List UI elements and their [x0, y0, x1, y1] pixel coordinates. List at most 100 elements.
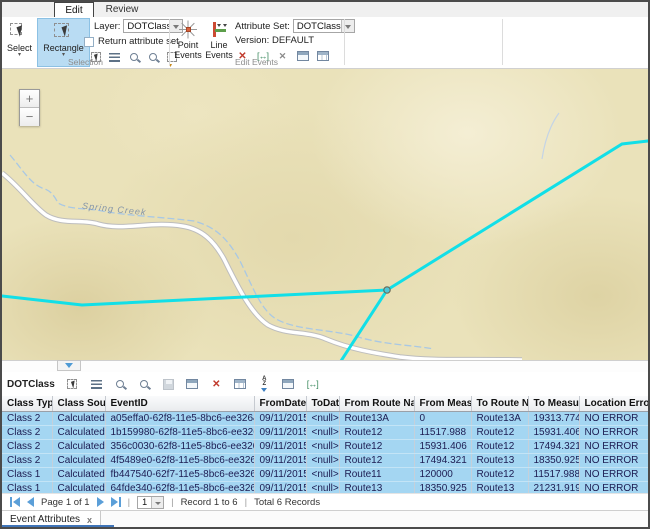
table-cell[interactable]: 1b159980-62f8-11e5-8bc6-ee32641d5ec9	[105, 425, 254, 439]
table-cell[interactable]: 09/11/2015	[254, 411, 306, 425]
table-cell[interactable]: 09/11/2015	[254, 453, 306, 467]
table-cell[interactable]: <null>	[306, 425, 339, 439]
delete-selected-icon[interactable]: ✕	[209, 377, 224, 391]
first-page-button[interactable]	[10, 497, 20, 507]
table-cell[interactable]: 0	[414, 411, 471, 425]
route-line-west[interactable]	[2, 290, 387, 305]
table-row[interactable]: Class 2Calculated4f5489e0-62f8-11e5-8bc6…	[2, 453, 648, 467]
table-cell[interactable]: 17494.321	[528, 439, 579, 453]
table-cell[interactable]: NO ERROR	[579, 467, 648, 481]
ribbon: Select ▾ Rectangle ▾ Layer: DOTClass Ret…	[2, 17, 648, 69]
previous-page-button[interactable]	[27, 497, 34, 507]
sort-icon[interactable]: AZ	[257, 377, 272, 391]
page-number-combo[interactable]: 1	[137, 496, 164, 509]
table-row[interactable]: Class 1Calculatedfb447540-62f7-11e5-8bc6…	[2, 467, 648, 481]
road-line	[2, 173, 522, 360]
last-page-button[interactable]	[111, 497, 121, 507]
save-icon[interactable]	[161, 377, 176, 391]
table-cell[interactable]: <null>	[306, 453, 339, 467]
table-cell[interactable]: Calculated	[52, 425, 105, 439]
table-cell[interactable]: NO ERROR	[579, 411, 648, 425]
table-cell[interactable]: Route13	[471, 453, 528, 467]
table-cell[interactable]: Route12	[339, 425, 414, 439]
column-header[interactable]: ToDate	[306, 396, 339, 411]
table-cell[interactable]: Route12	[471, 425, 528, 439]
route-line-northeast[interactable]	[387, 141, 648, 290]
attribute-set-combo[interactable]: DOTClass	[293, 19, 355, 33]
table-cell[interactable]: 19313.774	[528, 411, 579, 425]
table-cell[interactable]: Route12	[471, 439, 528, 453]
table-cell[interactable]: 09/11/2015	[254, 439, 306, 453]
table-cell[interactable]: 09/11/2015	[254, 467, 306, 481]
collapse-panel-button[interactable]	[57, 360, 81, 371]
add-records-icon[interactable]	[233, 377, 248, 391]
table-cell[interactable]: Route13A	[339, 411, 414, 425]
table-cell[interactable]: Route12	[471, 467, 528, 481]
table-cell[interactable]: 18350.925	[528, 453, 579, 467]
column-header[interactable]: To Measure	[528, 396, 579, 411]
pan-to-selected-icon[interactable]	[137, 377, 152, 391]
table-cell[interactable]: 09/11/2015	[254, 425, 306, 439]
route-junction-vertex[interactable]	[384, 287, 390, 293]
column-header[interactable]: Class Type	[2, 396, 52, 411]
table-cell[interactable]: <null>	[306, 439, 339, 453]
table-cell[interactable]: 4f5489e0-62f8-11e5-8bc6-ee32641d5ec9	[105, 453, 254, 467]
table-cell[interactable]: Calculated	[52, 467, 105, 481]
tab-review[interactable]: Review	[98, 2, 146, 17]
table-cell[interactable]: 11517.988	[414, 425, 471, 439]
table-cell[interactable]: Class 2	[2, 425, 52, 439]
return-attribute-set-row[interactable]: Return attribute set	[84, 36, 179, 47]
table-cell[interactable]: Class 2	[2, 411, 52, 425]
table-cell[interactable]: 11517.988	[528, 467, 579, 481]
table-cell[interactable]: 356c0030-62f8-11e5-8bc6-ee32641d5ec9	[105, 439, 254, 453]
open-panel-icon[interactable]	[281, 377, 296, 391]
next-page-button[interactable]	[97, 497, 104, 507]
attribute-window-icon[interactable]	[185, 377, 200, 391]
close-icon[interactable]: x	[87, 515, 92, 525]
attribute-set-dropdown-caret-icon[interactable]	[341, 20, 354, 32]
table-row[interactable]: Class 2Calculated356c0030-62f8-11e5-8bc6…	[2, 439, 648, 453]
column-header[interactable]: EventID	[105, 396, 254, 411]
table-cell[interactable]: Class 2	[2, 453, 52, 467]
table-cell[interactable]: 17494.321	[414, 453, 471, 467]
table-cell[interactable]: 15931.406	[414, 439, 471, 453]
column-header[interactable]: To Route Name	[471, 396, 528, 411]
map-canvas[interactable]: Spring Creek + −	[2, 69, 648, 360]
select-features-icon[interactable]	[65, 377, 80, 391]
table-row[interactable]: Class 2Calculated1b159980-62f8-11e5-8bc6…	[2, 425, 648, 439]
table-cell[interactable]: Calculated	[52, 411, 105, 425]
table-cell[interactable]: Calculated	[52, 453, 105, 467]
table-cell[interactable]: <null>	[306, 467, 339, 481]
zoom-in-button[interactable]: +	[20, 90, 39, 108]
page-number-caret-icon[interactable]	[151, 497, 163, 508]
table-cell[interactable]: NO ERROR	[579, 439, 648, 453]
table-cell[interactable]: NO ERROR	[579, 425, 648, 439]
table-cell[interactable]: 120000	[414, 467, 471, 481]
table-cell[interactable]: Route12	[339, 453, 414, 467]
zoom-to-selected-icon[interactable]	[113, 377, 128, 391]
table-cell[interactable]: <null>	[306, 411, 339, 425]
table-cell[interactable]: fb447540-62f7-11e5-8bc6-ee32641d5ec9	[105, 467, 254, 481]
table-cell[interactable]: Class 2	[2, 439, 52, 453]
return-attribute-set-checkbox[interactable]	[84, 37, 94, 47]
column-header[interactable]: From Route Name	[339, 396, 414, 411]
table-cell[interactable]: Calculated	[52, 439, 105, 453]
tab-edit[interactable]: Edit	[54, 2, 94, 17]
table-cell[interactable]: Class 1	[2, 467, 52, 481]
ribbon-tabstrip: Map Edit Review	[2, 2, 648, 17]
zoom-out-button[interactable]: −	[20, 108, 39, 126]
table-row[interactable]: Class 2Calculateda05effa0-62f8-11e5-8bc6…	[2, 411, 648, 425]
table-cell[interactable]: Route12	[339, 439, 414, 453]
table-cell[interactable]: Route11	[339, 467, 414, 481]
table-cell[interactable]: 15931.406	[528, 425, 579, 439]
list-icon[interactable]	[89, 377, 104, 391]
column-header[interactable]: From Measure	[414, 396, 471, 411]
measure-range-icon[interactable]: [↔]	[305, 377, 320, 391]
column-header[interactable]: Location Error	[579, 396, 648, 411]
table-cell[interactable]: NO ERROR	[579, 453, 648, 467]
separator: |	[128, 497, 130, 508]
column-header[interactable]: FromDate	[254, 396, 306, 411]
column-header[interactable]: Class Source	[52, 396, 105, 411]
table-cell[interactable]: a05effa0-62f8-11e5-8bc6-ee32641d5ec9	[105, 411, 254, 425]
table-cell[interactable]: Route13A	[471, 411, 528, 425]
